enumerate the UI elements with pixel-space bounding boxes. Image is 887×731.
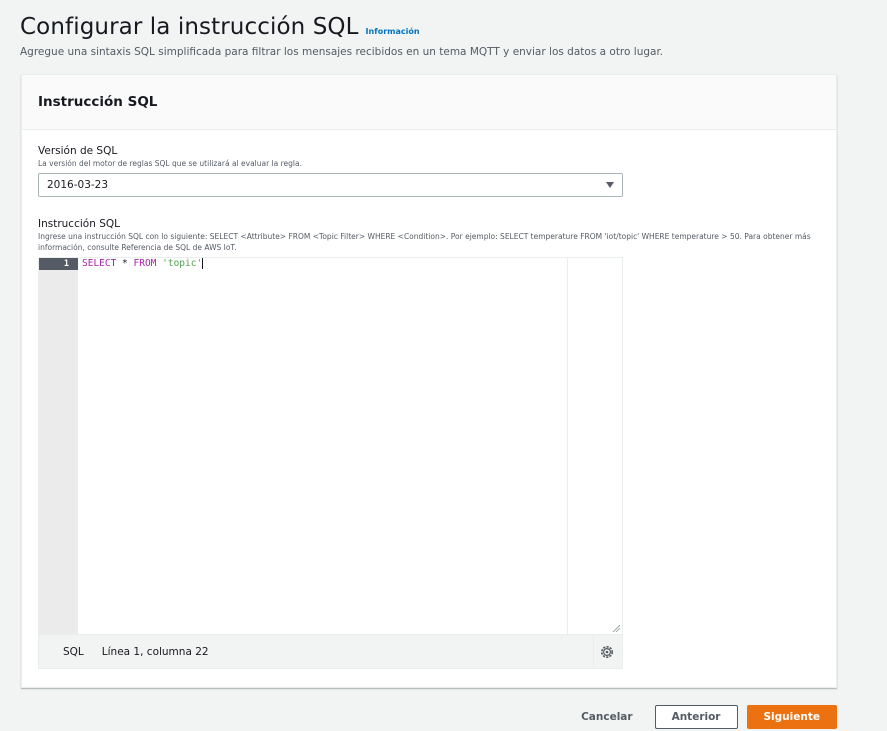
status-language: SQL xyxy=(63,645,84,658)
page-description: Agregue una sintaxis SQL simplificada pa… xyxy=(20,46,664,58)
print-margin-guide xyxy=(567,258,568,634)
settings-icon[interactable] xyxy=(600,645,614,659)
next-button[interactable]: Siguiente xyxy=(746,705,837,729)
sql-statement-panel: Instrucción SQL Versión de SQL La versió… xyxy=(21,74,837,688)
sql-version-value: 2016-03-23 xyxy=(47,179,109,191)
status-divider xyxy=(593,635,594,668)
panel-title: Instrucción SQL xyxy=(38,94,158,110)
sql-operator: * xyxy=(116,258,134,269)
resize-handle-icon[interactable] xyxy=(612,624,620,632)
sql-version-select[interactable]: 2016-03-23 xyxy=(38,173,623,197)
sql-version-field: Versión de SQL La versión del motor de r… xyxy=(38,144,820,197)
sql-string: 'topic' xyxy=(162,258,203,269)
text-cursor xyxy=(202,258,204,269)
editor-status-bar: SQL Línea 1, columna 22 xyxy=(39,634,622,668)
sql-code-editor[interactable]: 1 SELECT * FROM 'topic' SQL Línea 1, col… xyxy=(38,257,623,669)
status-cursor-position: Línea 1, columna 22 xyxy=(101,645,209,658)
sql-statement-description: Ingrese una instrucción SQL con lo sigui… xyxy=(38,232,811,252)
previous-button[interactable]: Anterior xyxy=(654,705,738,729)
sql-keyword: FROM xyxy=(133,258,157,269)
page-title: Configurar la instrucción SQL xyxy=(20,14,359,40)
page-title-row: Configurar la instrucción SQL Informació… xyxy=(20,14,870,40)
line-number: 1 xyxy=(39,258,78,270)
sql-keyword: SELECT xyxy=(82,258,117,269)
page-header: Configurar la instrucción SQL Informació… xyxy=(20,14,870,58)
sql-statement-field: Instrucción SQL Ingrese una instrucción … xyxy=(38,217,820,669)
line-number-gutter: 1 xyxy=(39,258,78,634)
form-actions: Cancelar Anterior Siguiente xyxy=(581,705,837,729)
code-line[interactable]: SELECT * FROM 'topic' xyxy=(78,258,566,270)
sql-version-label: Versión de SQL xyxy=(38,145,118,157)
panel-header: Instrucción SQL xyxy=(22,75,836,130)
cancel-button[interactable]: Cancelar xyxy=(581,711,632,723)
panel-body: Versión de SQL La versión del motor de r… xyxy=(22,130,836,669)
info-link[interactable]: Información xyxy=(366,27,420,36)
sql-version-description: La versión del motor de reglas SQL que s… xyxy=(38,159,302,168)
code-area[interactable]: SELECT * FROM 'topic' xyxy=(78,258,566,634)
caret-down-icon xyxy=(606,182,614,188)
sql-statement-label: Instrucción SQL xyxy=(38,218,120,230)
